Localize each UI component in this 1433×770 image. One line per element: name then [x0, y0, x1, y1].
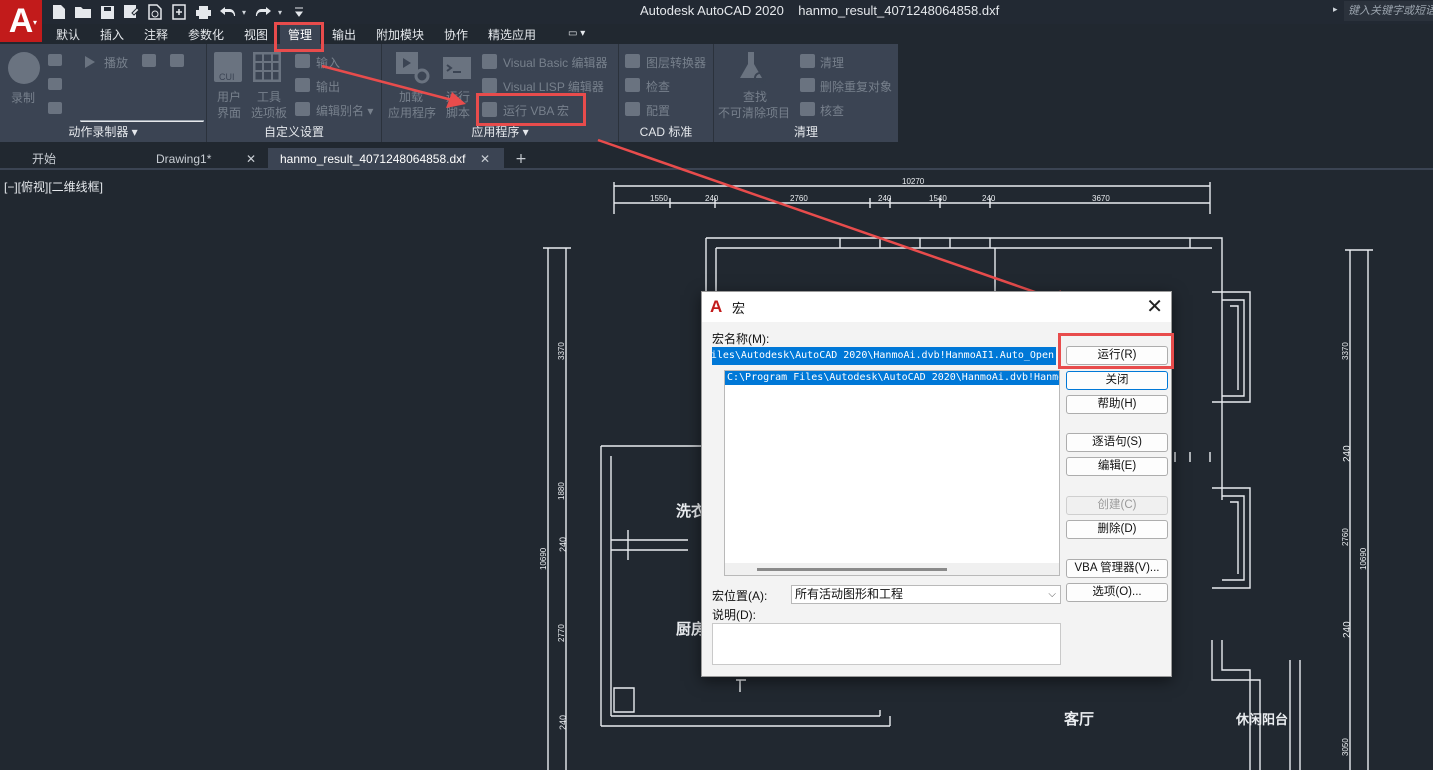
- macro-name-value: C:\Program Files\Autodesk\AutoCAD 2020\H…: [712, 350, 1054, 361]
- horizontal-scrollbar[interactable]: [725, 563, 1059, 575]
- chevron-down-icon: ⌵: [1048, 589, 1056, 600]
- description-field[interactable]: [712, 623, 1061, 665]
- macro-name-label: 宏名称(M):: [712, 332, 770, 346]
- macros-in-select[interactable]: 所有活动图形和工程 ⌵: [791, 585, 1061, 604]
- macro-list[interactable]: C:\Program Files\Autodesk\AutoCAD 2020\H…: [724, 370, 1060, 576]
- edit-button[interactable]: 编辑(E): [1066, 457, 1168, 476]
- scrollbar-thumb[interactable]: [757, 568, 947, 571]
- step-into-button[interactable]: 逐语句(S): [1066, 433, 1168, 452]
- macro-name-input[interactable]: C:\Program Files\Autodesk\AutoCAD 2020\H…: [712, 347, 1056, 365]
- highlight-run-button: [1058, 333, 1174, 369]
- dialog-title-bar: A 宏 ✕: [702, 292, 1171, 322]
- dialog-title: 宏: [732, 301, 746, 316]
- options-button[interactable]: 选项(O)...: [1066, 583, 1168, 602]
- macros-in-value: 所有活动图形和工程: [795, 587, 904, 601]
- autocad-window: A ▾ ▾ ▾ Autodesk AutoCAD 2020 hanmo_resu…: [0, 0, 1433, 770]
- list-item[interactable]: C:\Program Files\Autodesk\AutoCAD 2020\H…: [725, 371, 1059, 385]
- close-button[interactable]: 关闭: [1066, 371, 1168, 390]
- close-icon[interactable]: ✕: [1146, 294, 1163, 319]
- macros-in-label: 宏位置(A):: [712, 589, 768, 603]
- description-label: 说明(D):: [712, 608, 756, 622]
- create-button[interactable]: 创建(C): [1066, 496, 1168, 515]
- highlight-manage-tab: [274, 22, 324, 52]
- delete-button[interactable]: 删除(D): [1066, 520, 1168, 539]
- highlight-run-vba-macro: [476, 93, 586, 126]
- help-button[interactable]: 帮助(H): [1066, 395, 1168, 414]
- vba-manager-button[interactable]: VBA 管理器(V)...: [1066, 559, 1168, 578]
- autocad-logo-icon: A: [710, 297, 723, 316]
